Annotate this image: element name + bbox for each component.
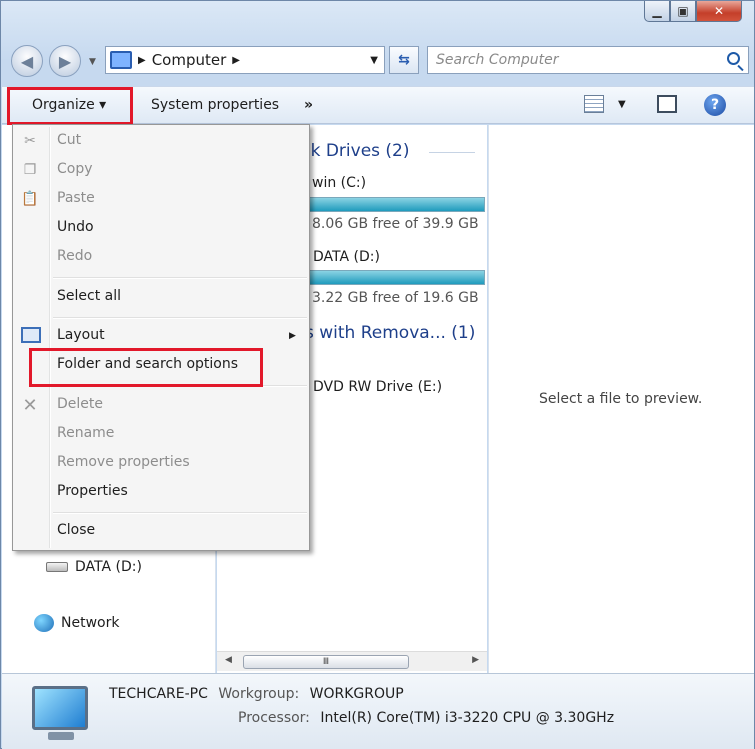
search-input[interactable]: Search Computer: [427, 46, 749, 74]
computer-icon: [110, 51, 132, 69]
maximize-button[interactable]: ▣: [670, 1, 696, 22]
clipboard-icon: 📋: [21, 191, 39, 207]
organize-menu: ✂ Cut ❐ Copy 📋 Paste Undo Redo Select al…: [12, 124, 310, 551]
menu-item-properties[interactable]: Properties: [57, 483, 128, 499]
drive-c-free-space: 8.06 GB free of 39.9 GB: [312, 216, 479, 232]
address-dropdown-icon[interactable]: ▼: [370, 55, 378, 66]
forward-arrow-icon: ▶: [58, 51, 72, 71]
menu-item-copy[interactable]: Copy: [57, 161, 93, 177]
close-window-button[interactable]: ✕: [696, 1, 742, 22]
menu-separator: [53, 317, 307, 319]
layout-icon: [21, 327, 41, 343]
recent-pages-dropdown-icon[interactable]: ▼: [89, 57, 96, 67]
workgroup-value: WORKGROUP: [309, 686, 404, 702]
drive-c-name[interactable]: win (C:): [312, 175, 366, 191]
menu-item-redo[interactable]: Redo: [57, 248, 92, 264]
menu-item-delete[interactable]: Delete: [57, 396, 103, 412]
copy-icon: ❐: [23, 162, 37, 178]
network-icon: [34, 614, 54, 632]
breadcrumb-arrow-icon[interactable]: ▶: [232, 55, 240, 66]
nav-item-label: DATA (D:): [75, 559, 142, 575]
drive-c-usage-bar: [309, 197, 485, 212]
drive-d-free-space: 3.22 GB free of 19.6 GB: [312, 290, 479, 306]
menu-item-undo[interactable]: Undo: [57, 219, 94, 235]
menu-item-rename[interactable]: Rename: [57, 425, 114, 441]
help-button[interactable]: ?: [704, 94, 726, 116]
scroll-right-icon[interactable]: ▶: [472, 655, 479, 665]
preview-pane: Select a file to preview.: [488, 125, 754, 673]
submenu-arrow-icon: ▶: [289, 331, 296, 341]
nav-item-network[interactable]: Network: [34, 614, 119, 632]
organize-button[interactable]: Organize ▾: [32, 97, 106, 113]
breadcrumb-computer[interactable]: Computer: [152, 51, 227, 69]
back-arrow-icon: ◀: [20, 51, 34, 71]
system-properties-button[interactable]: System properties: [151, 97, 279, 113]
breadcrumb-arrow-icon[interactable]: ▶: [138, 55, 146, 66]
menu-item-close[interactable]: Close: [57, 522, 95, 538]
monitor-stand: [48, 732, 74, 740]
back-button[interactable]: ◀: [11, 45, 43, 77]
menu-separator: [53, 277, 307, 279]
menu-item-remove-properties[interactable]: Remove properties: [57, 454, 190, 470]
group-title-hard-disk-drives[interactable]: isk Drives (2): [297, 141, 410, 161]
drive-d-usage-bar: [309, 270, 485, 285]
delete-x-icon: ✕: [22, 394, 38, 416]
computer-monitor-icon: [32, 686, 88, 730]
menu-item-cut[interactable]: Cut: [57, 132, 81, 148]
computer-name: TECHCARE-PC: [109, 686, 208, 702]
menu-item-layout[interactable]: Layout: [57, 327, 105, 343]
preview-pane-icon: [657, 95, 677, 113]
scroll-thumb[interactable]: Ⅲ: [243, 655, 409, 669]
dvd-drive-name[interactable]: DVD RW Drive (E:): [313, 379, 442, 395]
refresh-button[interactable]: ⇆: [389, 46, 419, 74]
explorer-window: ▁ ▣ ✕ ◀ ▶ ▼ ▶ Computer ▶ ▼ ⇆ Search Comp…: [0, 0, 755, 749]
minimize-button[interactable]: ▁: [644, 1, 670, 22]
menu-item-select-all[interactable]: Select all: [57, 288, 121, 304]
group-divider: [429, 152, 475, 153]
command-bar: Organize ▾ System properties » ▼ ?: [2, 86, 754, 125]
group-title-removable-storage[interactable]: s with Remova... (1): [305, 323, 475, 343]
nav-item-label: Network: [61, 615, 120, 631]
processor-label: Processor:: [238, 710, 310, 726]
preview-message: Select a file to preview.: [539, 391, 703, 407]
processor-value: Intel(R) Core(TM) i3-3220 CPU @ 3.30GHz: [320, 710, 615, 726]
search-placeholder: Search Computer: [436, 52, 559, 68]
refresh-icon: ⇆: [398, 52, 410, 68]
drive-icon: [46, 562, 68, 572]
scissors-icon: ✂: [24, 133, 36, 149]
address-bar[interactable]: ▶ Computer ▶ ▼: [105, 46, 385, 74]
drive-d-name[interactable]: DATA (D:): [313, 249, 380, 265]
menu-icon-gutter: [49, 127, 51, 548]
menu-separator: [53, 512, 307, 514]
more-commands-button[interactable]: »: [304, 97, 313, 113]
change-view-button[interactable]: ▼: [584, 95, 626, 113]
nav-item-data-drive[interactable]: DATA (D:): [46, 559, 142, 575]
scroll-left-icon[interactable]: ◀: [225, 655, 232, 665]
window-controls: ▁ ▣ ✕: [644, 1, 742, 23]
preview-pane-button[interactable]: [657, 95, 677, 113]
forward-button[interactable]: ▶: [49, 45, 81, 77]
workgroup-label: Workgroup:: [218, 686, 300, 702]
help-icon: ?: [704, 94, 726, 116]
menu-item-paste[interactable]: Paste: [57, 190, 95, 206]
details-pane: TECHCARE-PC Workgroup: WORKGROUP Process…: [2, 673, 754, 749]
view-dropdown-icon[interactable]: ▼: [618, 99, 626, 110]
horizontal-scrollbar[interactable]: ◀ Ⅲ ▶: [217, 651, 487, 671]
view-icon: [584, 95, 604, 113]
search-icon[interactable]: [727, 52, 740, 65]
folder-options-highlight: [29, 348, 263, 387]
address-row: ◀ ▶ ▼ ▶ Computer ▶ ▼ ⇆ Search Computer: [9, 43, 749, 79]
